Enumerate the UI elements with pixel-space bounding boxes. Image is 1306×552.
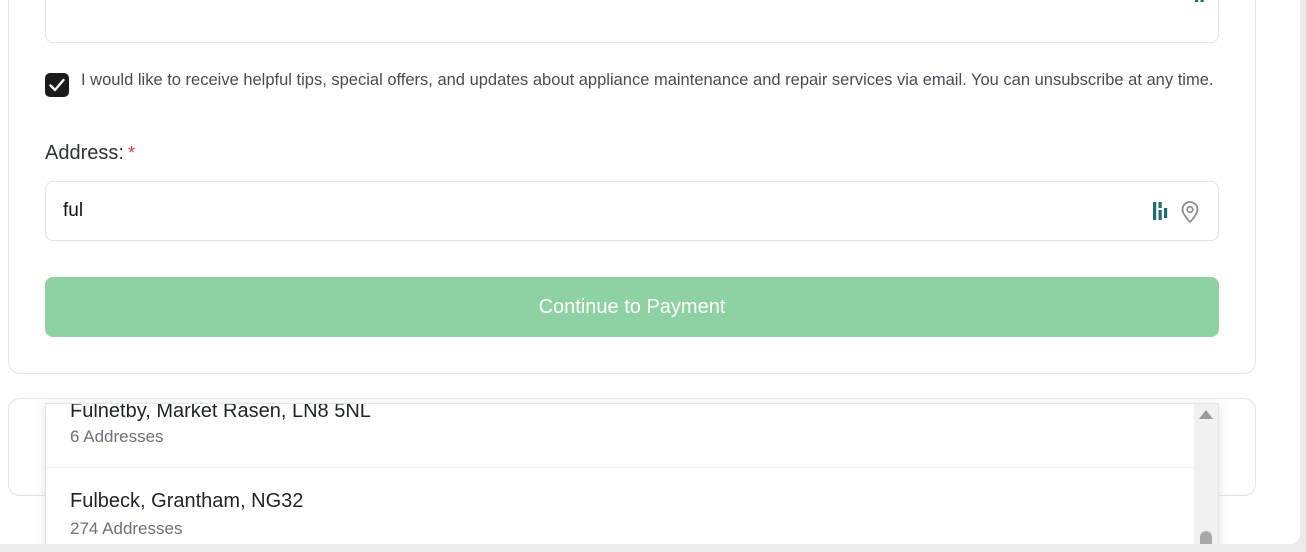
location-pin-icon[interactable] xyxy=(1179,200,1201,224)
scroll-up-arrow-icon[interactable] xyxy=(1199,410,1213,419)
address-input[interactable] xyxy=(63,197,1123,225)
suggestion-title: Fulbeck, Grantham, NG32 xyxy=(70,490,304,512)
brand-logo-icon xyxy=(1195,0,1204,2)
previous-input-field[interactable] xyxy=(45,0,1219,43)
dropdown-scrollbar[interactable] xyxy=(1194,404,1218,544)
consent-checkbox[interactable] xyxy=(45,73,69,97)
suggestion-count: 6 Addresses xyxy=(70,427,164,446)
email-consent: I would like to receive helpful tips, sp… xyxy=(45,66,1225,118)
suggestion-count: 274 Addresses xyxy=(70,519,183,538)
checkout-page: I would like to receive helpful tips, sp… xyxy=(0,0,1300,544)
check-icon xyxy=(49,78,65,92)
address-label: Address: * xyxy=(45,142,135,165)
address-field[interactable] xyxy=(45,181,1219,241)
scrollbar-thumb[interactable] xyxy=(1200,531,1212,544)
brand-logo-icon xyxy=(1153,202,1168,220)
suggestion-item[interactable]: Fulnetby, Market Rasen, LN8 5NL 6 Addres… xyxy=(46,403,1196,468)
address-label-text: Address: xyxy=(45,142,124,164)
continue-to-payment-button[interactable]: Continue to Payment xyxy=(45,277,1219,337)
consent-label[interactable]: I would like to receive helpful tips, sp… xyxy=(81,68,1221,92)
address-suggestions-dropdown: Fulnetby, Market Rasen, LN8 5NL 6 Addres… xyxy=(45,403,1219,544)
suggestion-title: Fulnetby, Market Rasen, LN8 5NL xyxy=(70,403,371,422)
suggestion-item[interactable]: Fulbeck, Grantham, NG32 274 Addresses xyxy=(46,468,1196,544)
required-marker: * xyxy=(127,143,135,163)
